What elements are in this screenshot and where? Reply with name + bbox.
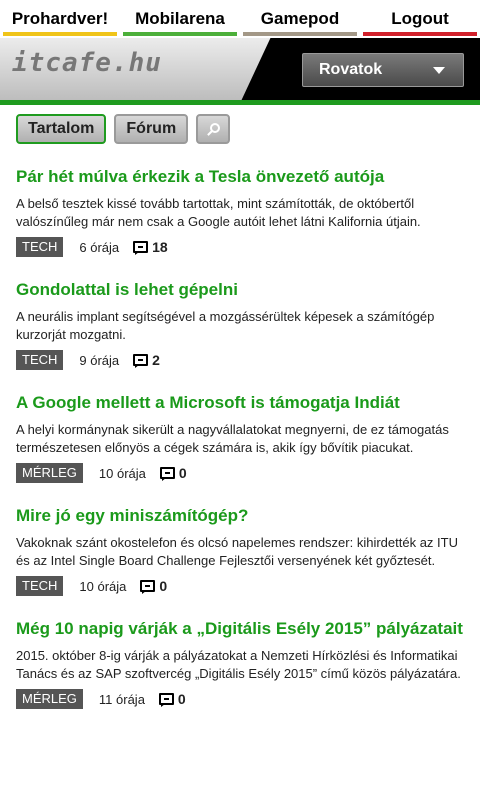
- article-lead: 2015. október 8-ig várják a pályázatokat…: [16, 648, 461, 681]
- article-time: 10 órája: [98, 465, 146, 481]
- search-button[interactable]: [196, 114, 231, 144]
- article-time: 9 órája: [79, 352, 120, 368]
- article-title[interactable]: Mire jó egy miniszámítógép?: [16, 505, 464, 526]
- comment-icon: [133, 241, 149, 255]
- comment-count[interactable]: 2: [133, 352, 160, 368]
- content-tabs: Tartalom Fórum: [0, 105, 480, 144]
- comment-icon: [159, 467, 175, 481]
- search-icon: [207, 123, 221, 136]
- article-time: 10 órája: [79, 578, 127, 594]
- comment-count-value: 18: [152, 239, 168, 255]
- site-header: itcafe.hu Rovatok: [0, 38, 480, 100]
- comment-icon: [133, 354, 149, 368]
- article-meta: MÉRLEG 11 órája 0: [16, 689, 464, 709]
- nav-mobilarena[interactable]: Mobilarena: [123, 0, 237, 38]
- sections-dropdown[interactable]: Rovatok: [302, 53, 464, 87]
- article-lead: Vakoknak szánt okostelefon és olcsó nape…: [16, 535, 458, 568]
- article-item: A Google mellett a Microsoft is támogatj…: [16, 370, 464, 483]
- comment-count[interactable]: 0: [159, 465, 187, 481]
- tab-forum[interactable]: Fórum: [114, 114, 189, 144]
- article-meta: TECH 6 órája 18: [16, 237, 464, 257]
- comment-count[interactable]: 0: [158, 691, 186, 707]
- chevron-down-icon: [433, 67, 445, 74]
- category-tag[interactable]: MÉRLEG: [16, 463, 83, 483]
- article-meta: MÉRLEG 10 órája 0: [16, 463, 464, 483]
- tab-content[interactable]: Tartalom: [16, 114, 107, 144]
- article-meta: TECH 9 órája 2: [16, 350, 464, 370]
- category-tag[interactable]: TECH: [16, 237, 64, 257]
- comment-count-value: 0: [178, 465, 187, 481]
- sections-dropdown-label: Rovatok: [319, 61, 383, 78]
- site-nav: Prohardver! Mobilarena Gamepod Logout: [0, 0, 480, 38]
- comment-icon: [140, 580, 156, 594]
- article-title[interactable]: Pár hét múlva érkezik a Tesla önvezető a…: [16, 166, 464, 187]
- article-lead: A neurális implant segítségével a mozgás…: [16, 309, 435, 342]
- article-time: 6 órája: [79, 239, 120, 255]
- comment-icon: [158, 693, 174, 707]
- article-item: Még 10 napig várják a „Digitális Esély 2…: [16, 596, 464, 709]
- article-item: Pár hét múlva érkezik a Tesla önvezető a…: [16, 144, 464, 257]
- category-tag[interactable]: TECH: [16, 350, 64, 370]
- article-lead: A helyi kormánynak sikerült a nagyvállal…: [16, 422, 449, 455]
- comment-count-value: 0: [159, 578, 168, 594]
- comment-count-value: 0: [177, 691, 186, 707]
- article-lead: A belső tesztek kissé tovább tartottak, …: [16, 196, 421, 229]
- article-title[interactable]: A Google mellett a Microsoft is támogatj…: [16, 392, 464, 413]
- nav-logout[interactable]: Logout: [363, 0, 477, 38]
- article-title[interactable]: Gondolattal is lehet gépelni: [16, 279, 464, 300]
- category-tag[interactable]: MÉRLEG: [16, 689, 83, 709]
- article-title[interactable]: Még 10 napig várják a „Digitális Esély 2…: [16, 618, 464, 639]
- comment-count-value: 2: [152, 352, 160, 368]
- site-logo[interactable]: itcafe.hu: [12, 48, 162, 78]
- nav-prohardver[interactable]: Prohardver!: [3, 0, 117, 38]
- article-meta: TECH 10 órája 0: [16, 576, 464, 596]
- article-list: Pár hét múlva érkezik a Tesla önvezető a…: [0, 144, 480, 709]
- comment-count[interactable]: 0: [140, 578, 167, 594]
- article-time: 11 órája: [98, 691, 145, 707]
- comment-count[interactable]: 18: [133, 239, 168, 255]
- article-item: Mire jó egy miniszámítógép? Vakoknak szá…: [16, 483, 464, 596]
- article-item: Gondolattal is lehet gépelni A neurális …: [16, 257, 464, 370]
- nav-gamepod[interactable]: Gamepod: [243, 0, 357, 38]
- category-tag[interactable]: TECH: [16, 576, 64, 596]
- logo-area: itcafe.hu: [0, 38, 286, 100]
